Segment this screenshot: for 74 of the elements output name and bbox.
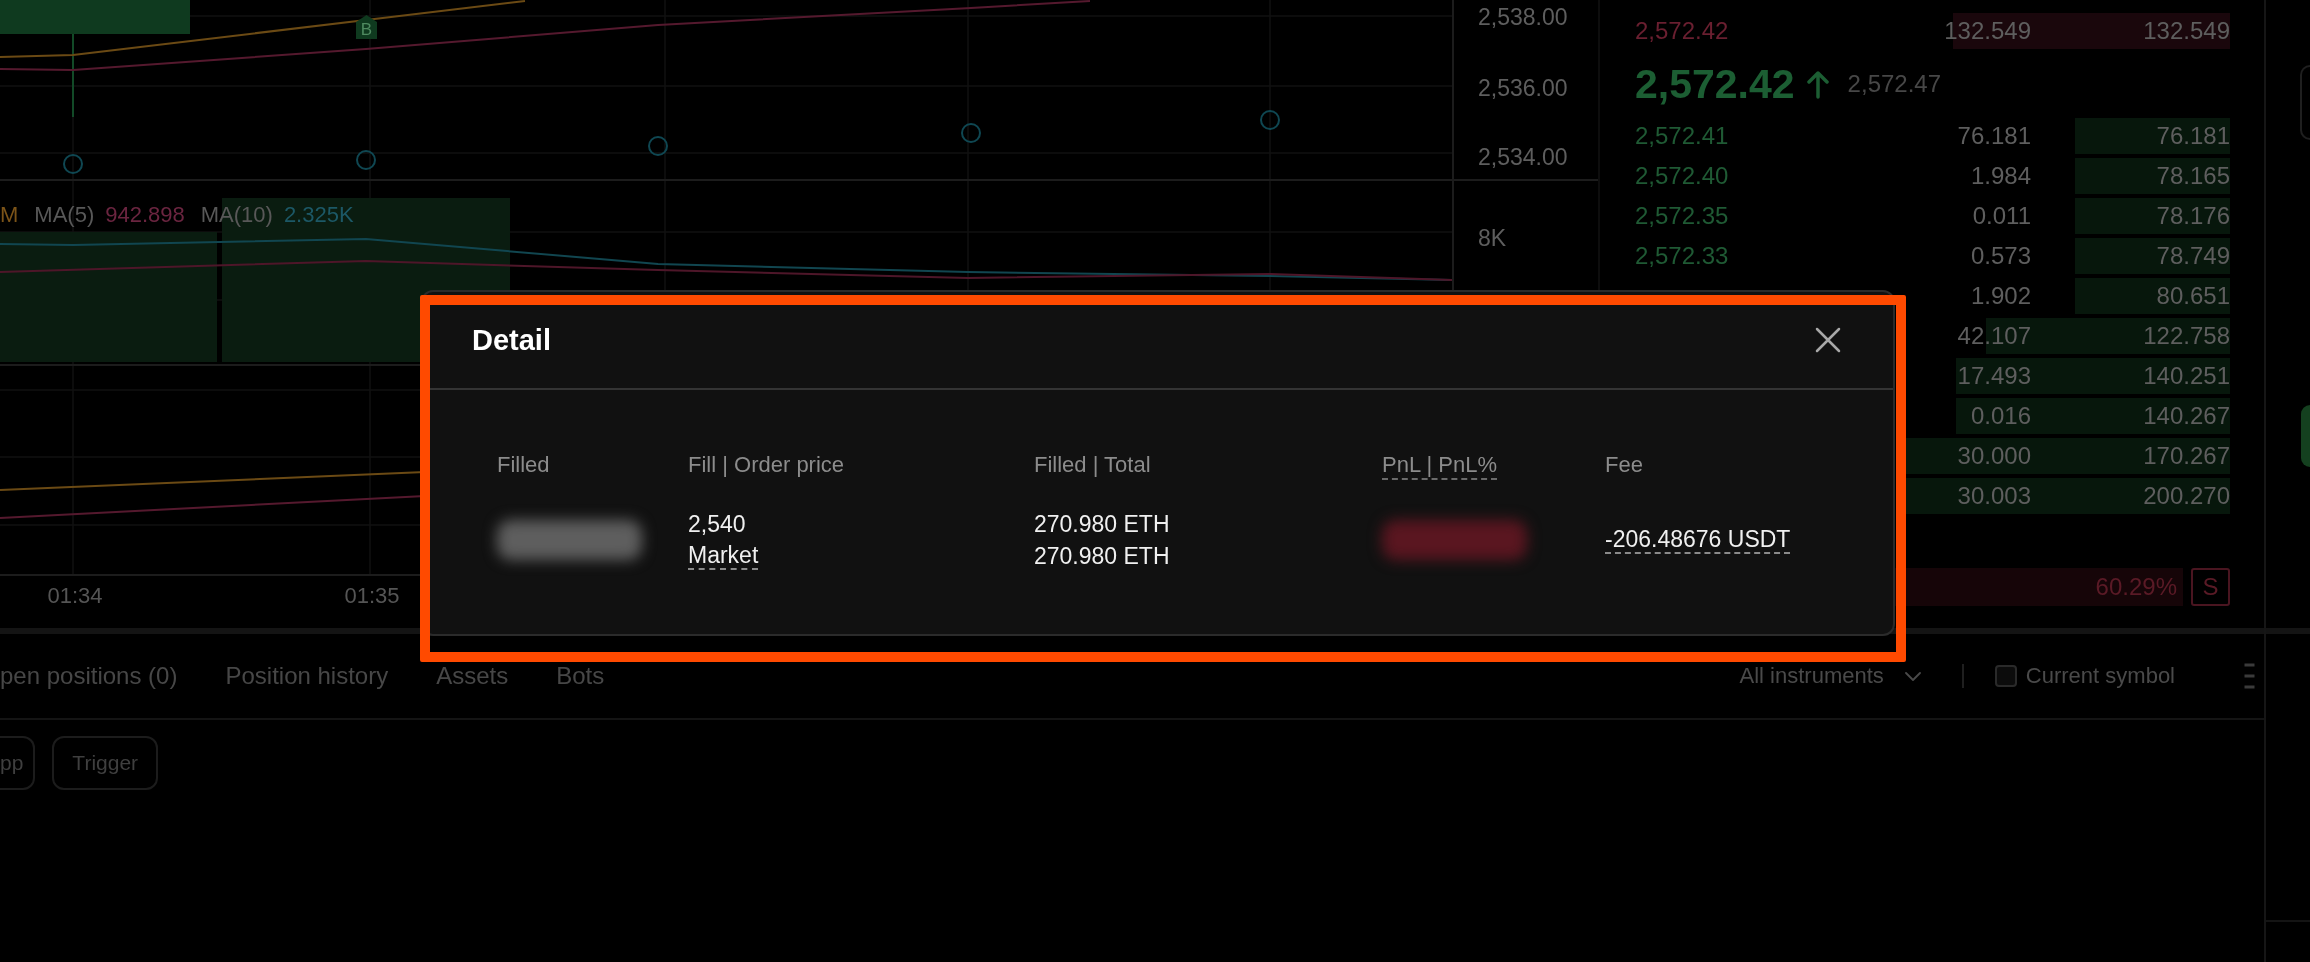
sell-ratio-value: 60.29%	[2095, 573, 2177, 601]
tab[interactable]: Assets	[436, 661, 509, 691]
legend-value: M	[0, 202, 19, 228]
tab[interactable]: pen positions (0)	[0, 661, 178, 691]
order-amount: 76.181	[1957, 122, 2031, 150]
legend-value: 942.898	[105, 202, 185, 228]
order-total: 78.749	[2156, 242, 2230, 270]
trade-marker: B	[356, 15, 377, 39]
order-total: 140.251	[2143, 362, 2230, 390]
order-total: 132.549	[2143, 17, 2230, 45]
filter-chip[interactable]: pp	[0, 736, 36, 790]
tab[interactable]: Bots	[556, 661, 605, 691]
cell-value: Market	[688, 542, 759, 570]
legend-label: MA(5)	[34, 202, 95, 228]
bid-price: 2,572.33	[1635, 242, 1729, 270]
order-total: 122.758	[2143, 322, 2230, 350]
indicator-dot	[961, 123, 981, 143]
chevron-down-icon	[1904, 671, 1921, 681]
cell-value: 270.980 ETH	[1034, 512, 1170, 536]
checkbox-label[interactable]: Current symbol	[2025, 663, 2175, 689]
axis-label: 2,534.00	[1478, 144, 1568, 170]
indicator-dot	[63, 154, 83, 174]
last-price: 2,572.42	[1635, 59, 1795, 108]
order-amount: 0.573	[1970, 242, 2031, 270]
bid-price: 2,572.40	[1635, 162, 1729, 190]
ask-price: 2,572.42	[1635, 17, 1729, 45]
column-header: Fee	[1605, 453, 1643, 477]
column-header: PnL | PnL%	[1382, 453, 1497, 480]
order-total: 76.181	[2156, 122, 2230, 150]
order-amount: 42.107	[1957, 322, 2031, 350]
order-total: 200.270	[2143, 482, 2230, 510]
axis-label: 2,538.00	[1478, 4, 1568, 30]
axis-label: 8K	[1478, 225, 1507, 251]
reference-price: 2,572.47	[1847, 69, 1942, 98]
close-icon	[1815, 327, 1841, 353]
order-amount: 132.549	[1944, 17, 2031, 45]
order-amount: 0.016	[1970, 402, 2031, 430]
order-amount: 1.984	[1970, 162, 2031, 190]
filter-chip[interactable]: Trigger	[52, 736, 159, 790]
indicator-dot	[1260, 110, 1280, 130]
checkbox[interactable]	[1994, 665, 2017, 687]
round-button[interactable]	[2301, 405, 2310, 467]
order-amount: 17.493	[1957, 362, 2031, 390]
order-total: 170.267	[2143, 442, 2230, 470]
menu-icon[interactable]	[2244, 663, 2255, 689]
axis-label: 2,536.00	[1478, 75, 1568, 101]
order-amount: 0.011	[1972, 202, 2031, 230]
cell-value: -206.48676 USDT	[1605, 526, 1791, 554]
close-button[interactable]	[1815, 327, 1841, 353]
order-amount: 30.003	[1957, 482, 2031, 510]
order-total: 78.176	[2156, 202, 2230, 230]
instrument-dropdown[interactable]: All instruments	[1739, 663, 1921, 689]
cell-value: 2,540	[688, 512, 746, 536]
order-total: 140.267	[2143, 402, 2230, 430]
column-header: Filled | Total	[1034, 453, 1151, 477]
bid-price: 2,572.41	[1635, 122, 1729, 150]
order-total: 80.651	[2156, 282, 2230, 310]
legend-value: 2.325K	[283, 202, 354, 228]
indicator-dot	[356, 150, 376, 170]
dialog-title: Detail	[472, 323, 551, 357]
bid-price: 2,572.35	[1635, 202, 1729, 230]
column-header: Fill | Order price	[688, 453, 845, 477]
indicator-dot	[648, 136, 668, 156]
sell-badge: S	[2191, 568, 2230, 606]
input-field[interactable]	[2300, 65, 2310, 140]
order-amount: 30.000	[1957, 442, 2031, 470]
column-header: Filled	[497, 453, 550, 477]
cell-value: 270.980 ETH	[1034, 544, 1170, 568]
order-total: 78.165	[2156, 162, 2230, 190]
time-label: 01:34	[47, 583, 103, 608]
legend-label: MA(10)	[200, 202, 273, 228]
order-amount: 1.902	[1970, 282, 2031, 310]
tab[interactable]: Position history	[225, 661, 389, 691]
time-label: 01:35	[344, 583, 400, 608]
